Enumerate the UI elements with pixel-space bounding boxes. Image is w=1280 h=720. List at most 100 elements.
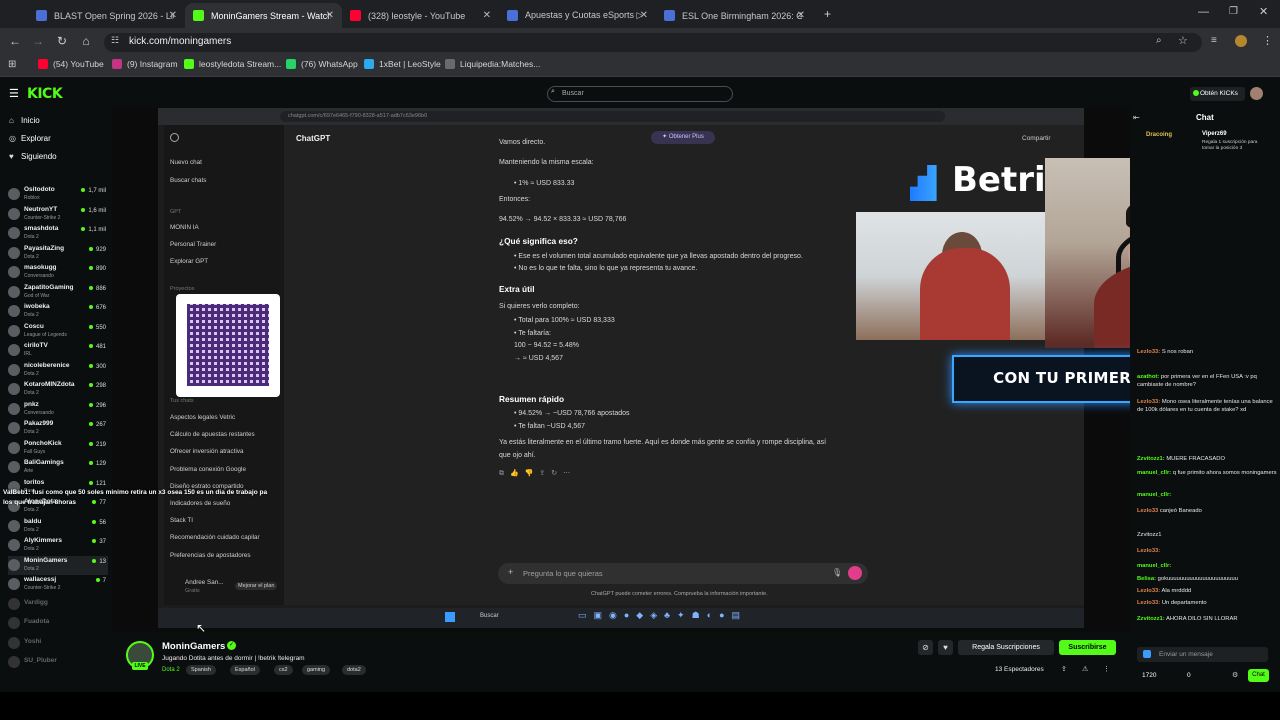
- channel-item[interactable]: nicoleberenice Dota 2 300: [8, 361, 108, 380]
- tab-1[interactable]: MoninGamers Stream - Watch L ✕: [185, 3, 342, 28]
- address-bar[interactable]: [104, 33, 1202, 52]
- streamer-name[interactable]: MoninGamers: [162, 641, 225, 652]
- collapse-chat-icon[interactable]: ⇤: [1133, 113, 1140, 122]
- sidebar-item-1[interactable]: ◎ Explorar: [9, 134, 51, 143]
- home-icon[interactable]: ⌂: [78, 34, 94, 48]
- channel-game: God of War: [24, 292, 50, 299]
- tab-close-icon[interactable]: ✕: [640, 10, 648, 21]
- tag-item[interactable]: gaming: [302, 665, 331, 675]
- subscribe-button[interactable]: Suscribirse: [1059, 640, 1116, 655]
- tab-close-icon[interactable]: ✕: [797, 10, 805, 21]
- report-icon[interactable]: ⚠: [1082, 665, 1088, 673]
- tab-3[interactable]: Apuestas y Cuotas eSports ▷ A ✕: [499, 3, 656, 28]
- channel-item[interactable]: wallacessj Counter-Strike 2 7: [8, 575, 108, 594]
- channel-viewers: 7: [96, 578, 106, 584]
- media-icon[interactable]: ≡: [1211, 35, 1217, 46]
- hamburger-menu-icon[interactable]: ☰: [9, 87, 19, 100]
- channel-name: wallacessj: [24, 576, 57, 583]
- bookmark-2[interactable]: leostyledota Stream...: [184, 59, 281, 69]
- channel-name: Ositodoto: [24, 186, 55, 193]
- search-input[interactable]: Buscar: [547, 86, 733, 102]
- tab-close-icon[interactable]: ✕: [169, 10, 177, 21]
- chat-message: manuel_cllr: q fue primito ahora somos m…: [1137, 469, 1277, 477]
- mute-icon[interactable]: ⊘: [918, 640, 933, 655]
- channel-item[interactable]: MoninGamers Dota 2 13: [8, 555, 108, 575]
- chat-send-button[interactable]: Chat: [1248, 669, 1269, 682]
- bookmark-3[interactable]: (76) WhatsApp: [286, 59, 358, 69]
- chat-message: Zzvitozz1: AHORA DILO SIN LLORAR: [1137, 615, 1277, 623]
- channel-item[interactable]: smashdota Dota 2 1,1 mil: [8, 224, 108, 243]
- bookmark-icon: [184, 59, 194, 69]
- sidebar-item-2[interactable]: ♥ Siguiendo: [9, 152, 57, 161]
- gpt-line: ¿Qué significa eso?: [499, 236, 578, 246]
- back-icon[interactable]: ←: [7, 34, 23, 48]
- tag-item[interactable]: Spanish: [186, 665, 216, 675]
- bookmark-0[interactable]: (54) YouTube: [38, 59, 104, 69]
- new-tab-button[interactable]: +: [824, 7, 831, 21]
- gift-subs-button[interactable]: Regala Suscripciones: [958, 640, 1054, 655]
- profile-avatar[interactable]: [1235, 35, 1247, 47]
- channel-item[interactable]: KotaroMINZdota Dota 2 298: [8, 380, 108, 399]
- minimize-button[interactable]: —: [1198, 6, 1209, 18]
- tab-close-icon[interactable]: ✕: [483, 10, 491, 21]
- tab-2[interactable]: (328) leostyle - YouTube ✕: [342, 3, 499, 28]
- close-window-button[interactable]: ✕: [1259, 5, 1268, 18]
- chat-message: Zzvitozz1: MUERE FRACASADO: [1137, 455, 1277, 463]
- channel-item[interactable]: NeutronYT Counter-Strike 2 1,6 mil: [8, 205, 108, 224]
- channel-avatar: [8, 188, 20, 200]
- page-bottom: [0, 692, 1280, 720]
- gpt-logo-icon: [170, 133, 179, 142]
- channel-item[interactable]: ZapatitoGaming God of War 886: [8, 283, 108, 302]
- offline-channel[interactable]: Fuadota: [8, 614, 108, 633]
- channel-item[interactable]: PayasitaZing Dota 2 929: [8, 244, 108, 263]
- channel-item[interactable]: baldu Dota 2 56: [8, 517, 108, 536]
- channel-item[interactable]: Pakaz999 Dota 2 267: [8, 419, 108, 438]
- more-icon[interactable]: ⋮: [1103, 665, 1110, 673]
- bookmark-1[interactable]: (9) Instagram: [112, 59, 178, 69]
- channel-item[interactable]: AlyKimmers Dota 2 37: [8, 536, 108, 555]
- tab-0[interactable]: BLAST Open Spring 2026 - Liqu ✕: [28, 3, 185, 28]
- stream-category[interactable]: Dota 2: [162, 667, 180, 673]
- channel-item[interactable]: iwobeka Dota 2 676: [8, 302, 108, 321]
- maximize-button[interactable]: ❐: [1229, 6, 1238, 17]
- channel-viewers: 886: [89, 286, 106, 292]
- sidebar-item-0[interactable]: ⌂ Inicio: [9, 116, 40, 125]
- channel-item[interactable]: PonchoKick Fall Guys 219: [8, 439, 108, 458]
- channel-item[interactable]: Coscu League of Legends 550: [8, 322, 108, 341]
- zoom-icon[interactable]: ⌕: [1156, 35, 1162, 46]
- bookmark-5[interactable]: Liquipedia:Matches...: [445, 59, 540, 69]
- tag-item[interactable]: Español: [230, 665, 260, 675]
- reload-icon[interactable]: ↻: [54, 34, 70, 48]
- offline-channel[interactable]: Yoshi: [8, 634, 108, 653]
- chat-input[interactable]: Enviar un mensaje: [1137, 647, 1268, 662]
- offline-channel[interactable]: SU_Pluber: [8, 653, 108, 672]
- apps-icon[interactable]: ⊞: [8, 59, 16, 70]
- tab-4[interactable]: ESL One Birmingham 2026: Gro ✕: [656, 3, 813, 28]
- share-icon[interactable]: ⇪: [1061, 665, 1067, 673]
- tag-item[interactable]: dota2: [342, 665, 366, 675]
- channel-item[interactable]: BaliGamings Arte 129: [8, 458, 108, 477]
- gpt-side-item: Aspectos legales Vetric: [170, 414, 236, 421]
- user-avatar[interactable]: [1250, 87, 1263, 100]
- channel-item[interactable]: ciriloTV IRL 481: [8, 341, 108, 360]
- channel-item[interactable]: masokugg Conversando 890: [8, 263, 108, 282]
- kick-logo[interactable]: KICK: [27, 86, 63, 102]
- offline-channel[interactable]: Vardigg: [8, 595, 108, 614]
- bookmark-4[interactable]: 1xBet | LeoStyle: [364, 59, 441, 69]
- channel-item[interactable]: Ositodoto Roblox 1,7 mil: [8, 185, 108, 204]
- follow-heart-icon[interactable]: ♥: [938, 640, 953, 655]
- bookmark-star-icon[interactable]: ☆: [1178, 34, 1188, 47]
- emote-icon[interactable]: [1143, 650, 1151, 658]
- kicks-balance: 1720: [1142, 672, 1157, 679]
- chat-username: Zzvitozz1:: [1137, 456, 1165, 462]
- tag-item[interactable]: cs2: [274, 665, 293, 675]
- chat-settings-icon[interactable]: ⚙: [1232, 671, 1238, 679]
- site-info-icon[interactable]: ☷: [111, 35, 119, 46]
- forward-icon[interactable]: →: [30, 34, 46, 48]
- sponsor-logo: Betril: [952, 160, 1058, 200]
- menu-icon[interactable]: ⋮: [1262, 34, 1273, 47]
- gpt-user-plan: Gratis: [185, 588, 200, 594]
- channel-item[interactable]: pnkz Conversando 296: [8, 400, 108, 419]
- channel-avatar: [8, 519, 20, 532]
- tab-close-icon[interactable]: ✕: [326, 10, 334, 21]
